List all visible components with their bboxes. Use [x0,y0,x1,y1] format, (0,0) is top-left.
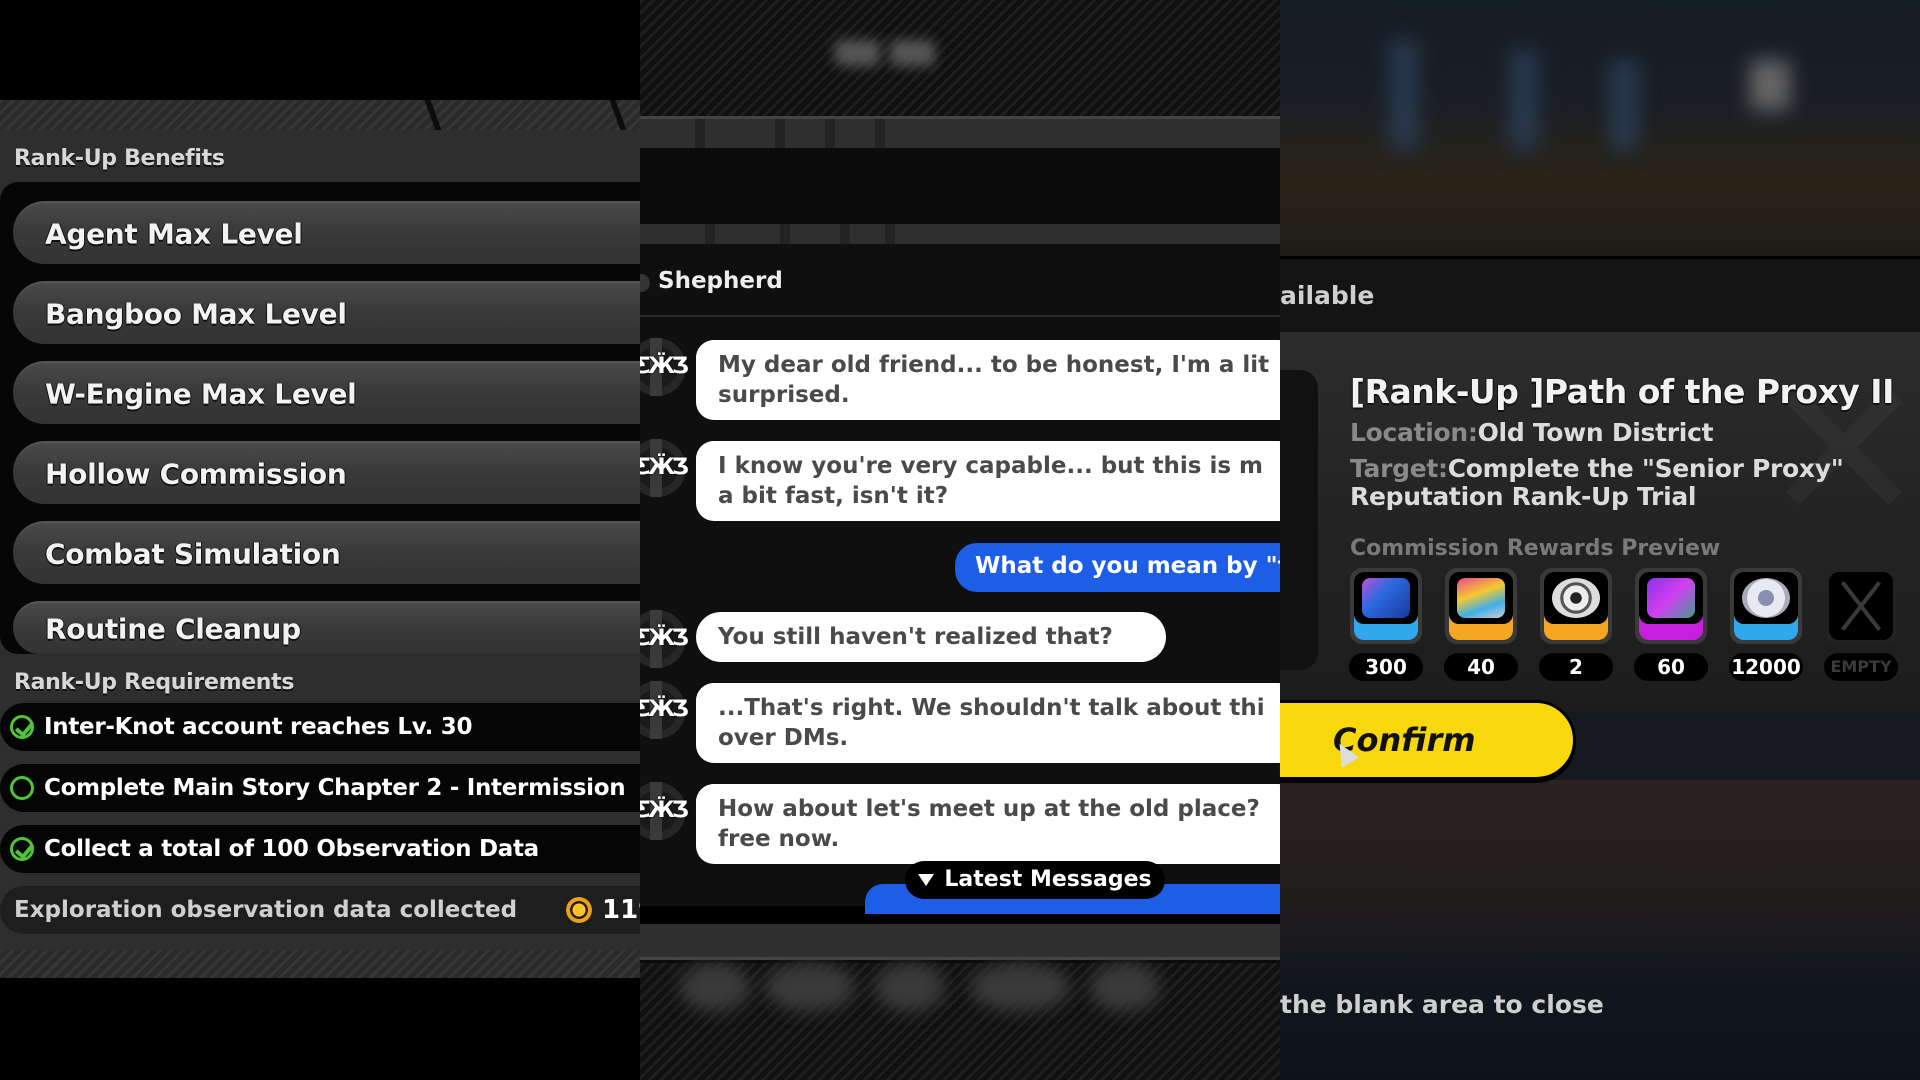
incoming-message: I know you're very capable... but this i… [696,441,1280,521]
commission-location: Location:Old Town District [1350,418,1714,447]
reward-count: 2 [1539,653,1613,681]
benefit-label: W-Engine Max Level [45,377,357,410]
benefit-item: W-Engine Max Level [13,361,640,424]
commission-title: [Rank-Up ]Path of the Proxy II [1350,372,1894,411]
contact-name: Shepherd [658,268,783,294]
message-line: over DMs. [718,725,849,751]
latest-messages-button[interactable]: Latest Messages [905,861,1165,899]
reward-count: 40 [1444,653,1518,681]
requirements-section-title: Rank-Up Requirements [14,670,295,695]
footer-background [640,963,1280,1080]
decorative-band [0,100,640,130]
latest-messages-label: Latest Messages [944,867,1152,892]
decorative-band [0,950,640,978]
message-line: How about let's meet up at the old place… [718,796,1260,822]
check-circle-icon [10,837,34,861]
message-line: a bit fast, isn't it? [718,483,949,509]
empty-reward-slot [1825,568,1897,644]
benefit-item: Combat Simulation [13,521,640,584]
exploration-data-row: Exploration observation data collected 1… [0,886,640,934]
message-line: free now. [718,826,840,852]
observation-data-icon [566,897,592,923]
decorative-band [640,924,1280,960]
requirement-row: Inter-Knot account reaches Lv. 30 [0,703,640,751]
message-line: My dear old friend... to be honest, I'm … [718,352,1270,378]
reward-item[interactable] [1730,568,1802,644]
message-line: You still haven't realized that? [718,624,1113,650]
benefit-label: Bangboo Max Level [45,297,347,330]
reward-item[interactable] [1445,568,1517,644]
requirement-text: Inter-Knot account reaches Lv. 30 [44,714,473,740]
decorative-band [640,224,1280,244]
incoming-message: You still haven't realized that? [696,612,1166,662]
empty-circle-icon [10,776,34,800]
empty-slot-icon [1829,572,1893,640]
confirm-button[interactable]: Confirm [1280,700,1576,780]
requirement-text: Collect a total of 100 Observation Data [44,836,539,862]
blurred-background [1280,0,1920,258]
reward-count-empty: EMPTY [1824,653,1898,681]
reward-item[interactable] [1635,568,1707,644]
purple-crystal-icon [1639,572,1703,624]
chat-panel: Shepherd ƸӜƷ My dear old friend... to be… [640,0,1280,1080]
incoming-message: How about let's meet up at the old place… [696,784,1280,864]
requirement-row: Complete Main Story Chapter 2 - Intermis… [0,764,640,812]
benefits-section-title: Rank-Up Benefits [14,146,225,171]
benefit-label: Routine Cleanup [45,612,301,645]
commission-header: ailable [1280,256,1920,332]
benefit-label: Combat Simulation [45,537,341,570]
message-line: I know you're very capable... but this i… [718,453,1264,479]
rank-up-benefits-panel: Rank-Up Benefits Agent Max Level Bangboo… [0,0,640,1080]
exploration-value: 119 [602,895,640,925]
incoming-message: My dear old friend... to be honest, I'm … [696,340,1280,420]
message-line: ...That's right. We shouldn't talk about… [718,695,1265,721]
outgoing-message: What do you mean by "t [955,543,1280,592]
reward-count: 60 [1634,653,1708,681]
benefit-item: Routine Cleanup [13,601,640,654]
benefit-item: Bangboo Max Level [13,281,640,344]
check-circle-icon [10,715,34,739]
divider [640,315,1280,317]
blurred-background[interactable] [1280,780,1920,1080]
benefit-item: Agent Max Level [13,201,640,264]
header-title-partial: ailable [1280,281,1375,310]
benefit-label: Agent Max Level [45,217,303,250]
reward-item[interactable] [1350,568,1422,644]
film-reel-icon [1544,572,1608,624]
message-line: What do you mean by "t [975,553,1280,579]
requirement-text: Complete Main Story Chapter 2 - Intermis… [44,775,626,801]
rewards-preview-label: Commission Rewards Preview [1350,536,1721,561]
watermark-x-icon: ✕ [1760,335,1920,568]
reward-count: 300 [1349,653,1423,681]
reward-item[interactable] [1540,568,1612,644]
benefit-label: Hollow Commission [45,457,347,490]
message-line: surprised. [718,382,850,408]
caret-down-icon [918,874,935,886]
benefit-item: Hollow Commission [13,441,640,504]
chat-header-background [640,0,1280,116]
close-hint: the blank area to close [1280,990,1604,1019]
exploration-label: Exploration observation data collected [14,897,518,923]
incoming-message: ...That's right. We shouldn't talk about… [696,683,1280,763]
film-tape-icon [1449,572,1513,624]
commission-image [1280,370,1318,670]
dennies-coin-icon [1734,572,1798,624]
decorative-band [640,116,1280,148]
commission-detail-panel: ailable ✕ [Rank-Up ]Path of the Proxy II… [1280,0,1920,1080]
inter-knot-exp-icon [1354,572,1418,624]
commission-target: Target:Complete the "Senior Proxy" Reput… [1350,454,1844,511]
reward-count: 12000 [1729,653,1803,681]
requirement-row: Collect a total of 100 Observation Data [0,825,640,873]
